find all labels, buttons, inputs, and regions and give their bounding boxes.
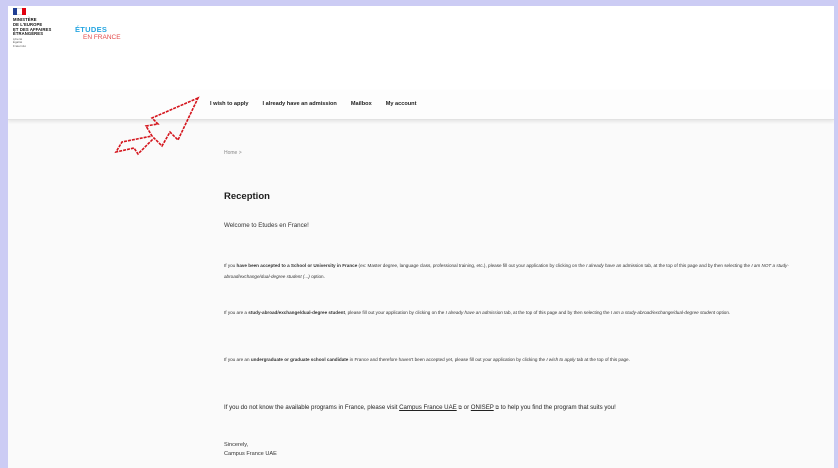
main-content: Home > Reception Welcome to Etudes en Fr… (224, 150, 824, 457)
signature-name: Campus France UAE (224, 451, 277, 457)
breadcrumb[interactable]: Home > (224, 150, 824, 156)
motto: Liberté Égalité Fraternité (13, 37, 51, 48)
signature-line: Sincerely, (224, 442, 249, 448)
page-title: Reception (224, 191, 270, 202)
nav-my-account[interactable]: My account (386, 101, 417, 107)
nav-already-have-admission[interactable]: I already have an admission (263, 101, 337, 107)
paragraph-exchange-student: If you are a study-abroad/exchange/dual-… (224, 310, 731, 315)
browser-page: MINISTÈRE DE L'EUROPE ET DES AFFAIRES ÉT… (8, 6, 834, 468)
nav-mailbox[interactable]: Mailbox (351, 101, 372, 107)
nav-i-wish-to-apply[interactable]: I wish to apply (210, 101, 249, 107)
ministry-logo-text[interactable]: MINISTÈRE DE L'EUROPE ET DES AFFAIRES ÉT… (13, 17, 51, 48)
annotation-arrow-icon (114, 96, 200, 156)
logo-line-top: ÉTUDES (75, 25, 108, 34)
logo-line-bottom: EN FRANCE (83, 34, 121, 41)
paragraph-accepted: If you have been accepted to a School or… (224, 263, 789, 279)
welcome-text: Welcome to Etudes en France! (224, 222, 309, 229)
signature: Sincerely, Campus France UAE (224, 441, 277, 459)
onisep-link[interactable]: ONISEP (471, 404, 494, 411)
french-flag-logo (13, 8, 26, 15)
main-nav: I wish to apply I already have an admiss… (210, 101, 416, 107)
motto-line: Fraternité (13, 43, 26, 48)
paragraph-candidate: If you are an undergraduate or graduate … (224, 357, 630, 362)
flag-red (21, 8, 26, 15)
paragraph-programs: If you do not know the available program… (224, 404, 616, 411)
campus-france-uae-link[interactable]: Campus France UAE (399, 404, 457, 411)
etudes-en-france-logo[interactable]: ÉTUDES EN FRANCE (75, 26, 121, 42)
site-header: MINISTÈRE DE L'EUROPE ET DES AFFAIRES ÉT… (8, 6, 834, 90)
